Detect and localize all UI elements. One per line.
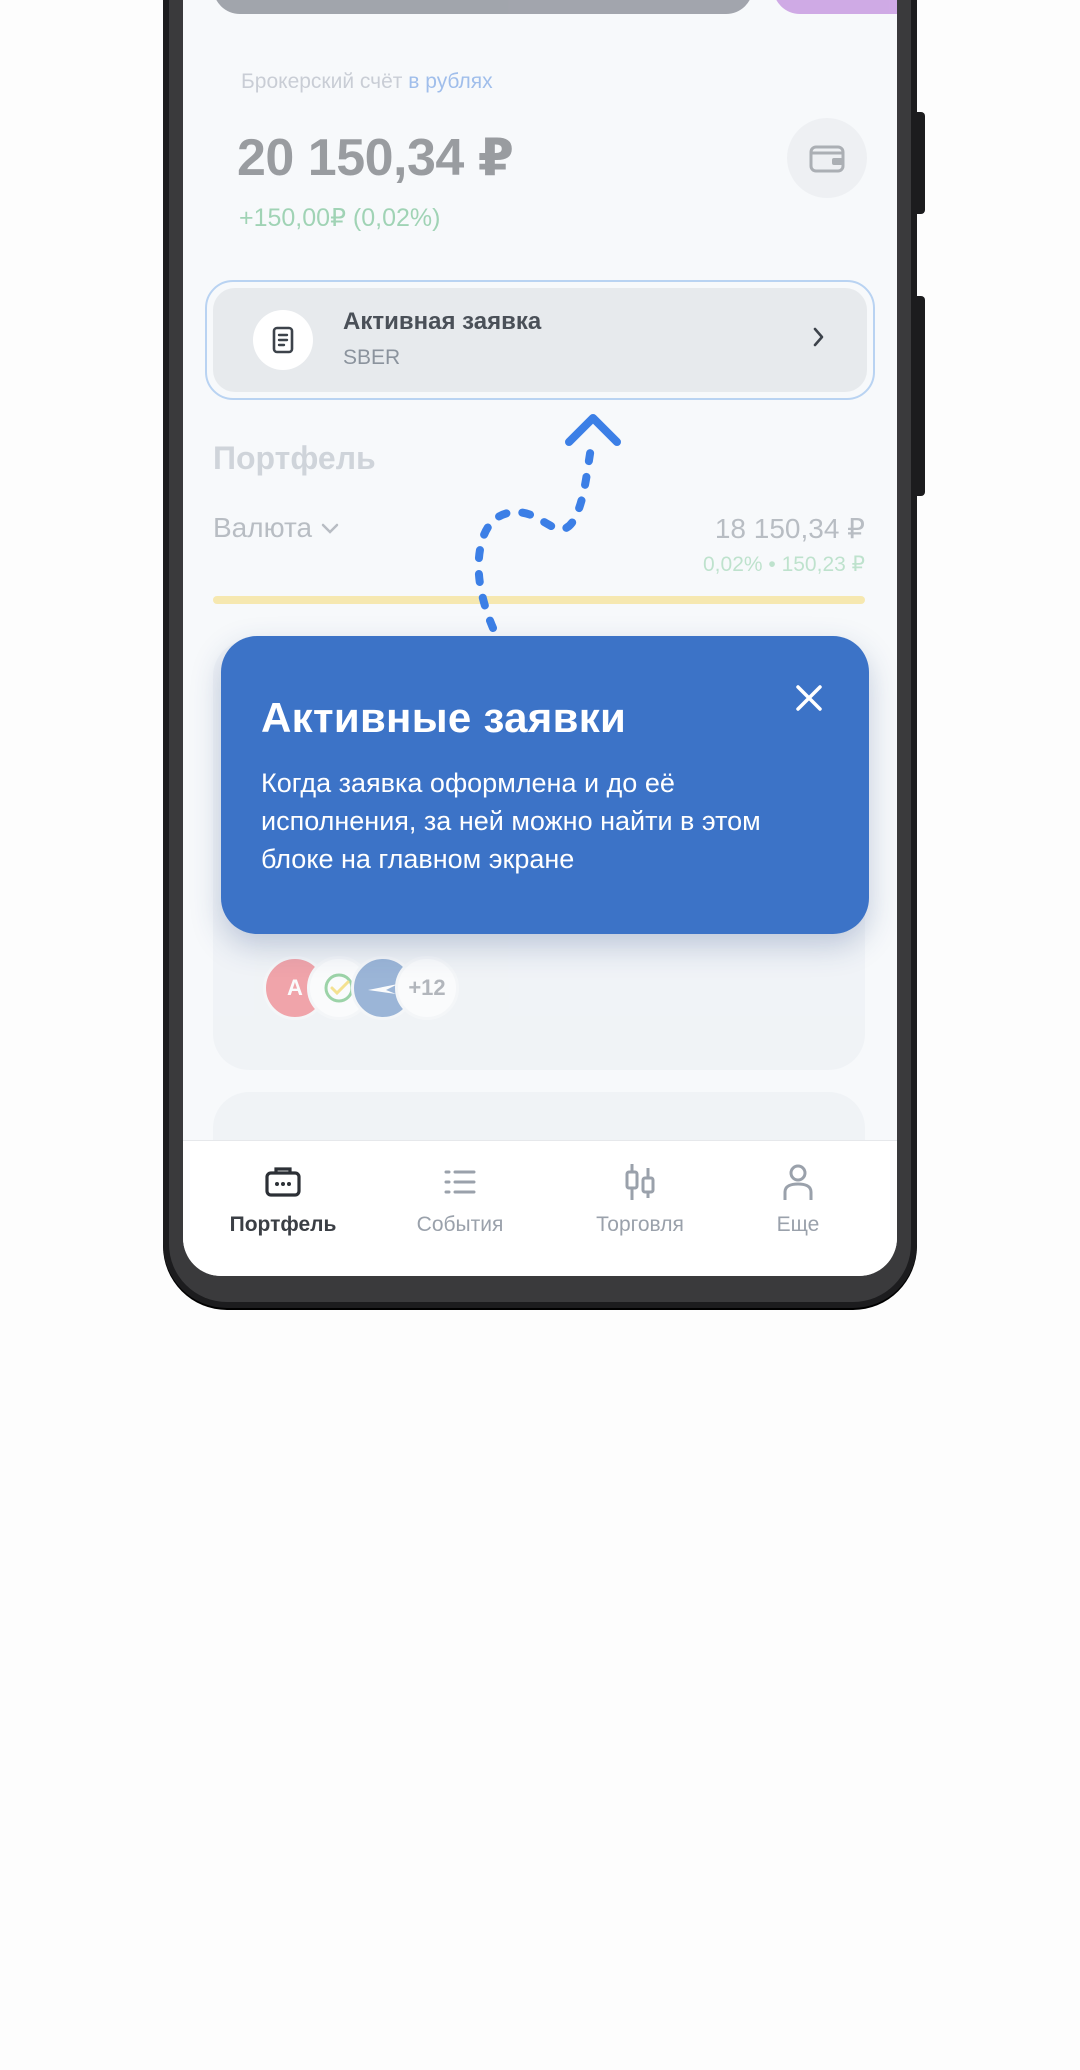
phone-screen: Брокерский счёт в рублях 20 150,34 ₽ +15…	[183, 0, 897, 1276]
briefcase-icon	[265, 1167, 301, 1197]
list-icon	[444, 1170, 476, 1194]
nav-item-events[interactable]: События	[380, 1159, 540, 1237]
close-icon	[796, 685, 822, 711]
power-button	[917, 296, 925, 496]
nav-item-portfolio[interactable]: Портфель	[203, 1159, 363, 1237]
onboarding-tooltip: Активные заявки Когда заявка оформлена и…	[221, 636, 869, 934]
volume-button	[917, 112, 925, 214]
tooltip-title: Активные заявки	[261, 694, 627, 741]
nav-item-trading[interactable]: Торговля	[560, 1159, 720, 1237]
candles-icon	[625, 1164, 655, 1200]
nav-item-more[interactable]: Еще	[718, 1159, 878, 1237]
bottom-navigation: Портфель События Торговля Еще	[183, 1140, 897, 1276]
dotted-arrow-icon	[474, 414, 621, 632]
person-icon	[783, 1164, 813, 1200]
tooltip-text: Когда заявка оформлена и до её исполнени…	[261, 768, 761, 874]
onboarding-illustration: Брокерский счёт в рублях 20 150,34 ₽ +15…	[0, 0, 1080, 2070]
more-assets-badge: +12	[395, 956, 459, 1020]
tooltip-close-button[interactable]	[787, 676, 831, 720]
